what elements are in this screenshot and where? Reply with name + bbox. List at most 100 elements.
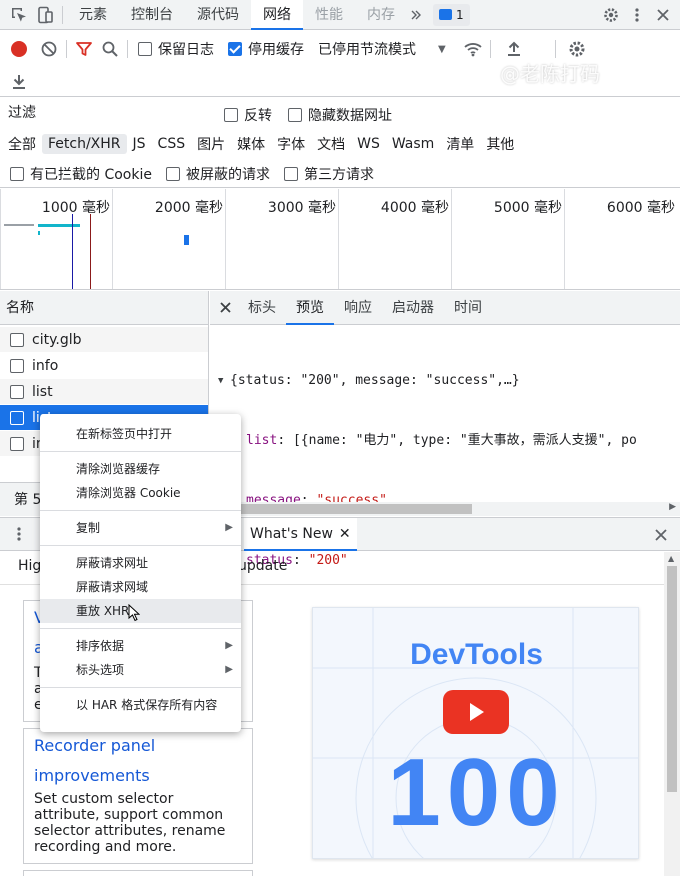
menu-header-options-label: 标头选项 bbox=[76, 663, 125, 677]
tab-memory[interactable]: 内存 bbox=[355, 0, 407, 30]
chevron-down-icon[interactable]: ▼ bbox=[438, 44, 446, 55]
throttling-select[interactable]: 已停用节流模式 bbox=[318, 39, 416, 59]
load-event-line bbox=[90, 214, 91, 289]
scrollbar-thumb[interactable] bbox=[667, 566, 677, 792]
record-icon[interactable] bbox=[6, 36, 32, 62]
feature-card[interactable] bbox=[23, 870, 253, 876]
blocked-filter-row: 有已拦截的 Cookie 被屏蔽的请求 第三方请求 bbox=[0, 160, 680, 188]
disable-cache-checkbox[interactable] bbox=[228, 42, 242, 56]
tab-elements[interactable]: 元素 bbox=[67, 0, 119, 30]
card-body-line: attribute, support common bbox=[34, 807, 224, 823]
divider bbox=[62, 5, 63, 24]
tab-preview[interactable]: 预览 bbox=[286, 291, 334, 325]
file-icon bbox=[10, 358, 24, 373]
request-row-info[interactable]: info bbox=[0, 353, 208, 379]
type-filter-css[interactable]: CSS bbox=[152, 134, 192, 154]
tab-performance[interactable]: 性能 bbox=[303, 0, 355, 30]
blocked-requests-checkbox[interactable] bbox=[165, 166, 180, 181]
json-list-line[interactable]: ▶list: [{name: "电力", type: "重大事故，需派人支援",… bbox=[218, 431, 680, 451]
scroll-up-icon[interactable]: ▲ bbox=[668, 554, 674, 563]
close-devtools-icon[interactable] bbox=[650, 2, 676, 28]
type-filter-img[interactable]: 图片 bbox=[191, 132, 231, 156]
tab-console[interactable]: 控制台 bbox=[119, 0, 185, 30]
network-overview-timeline[interactable]: 1000 毫秒 2000 毫秒 3000 毫秒 4000 毫秒 5000 毫秒 … bbox=[0, 189, 680, 290]
type-filter-other[interactable]: 其他 bbox=[480, 132, 520, 156]
scrollbar-thumb[interactable] bbox=[222, 504, 472, 514]
file-icon bbox=[10, 436, 24, 451]
export-har-download-icon[interactable] bbox=[6, 69, 32, 95]
menu-block-request-domain[interactable]: 屏蔽请求网域 bbox=[40, 575, 241, 599]
request-row-list[interactable]: list bbox=[0, 379, 208, 405]
tab-response[interactable]: 响应 bbox=[334, 291, 382, 325]
file-icon bbox=[10, 410, 24, 425]
menu-sort-by[interactable]: 排序依据 ▶ bbox=[40, 634, 241, 658]
request-row-city-glb[interactable]: city.glb bbox=[0, 327, 208, 353]
third-party-checkbox[interactable] bbox=[283, 166, 298, 181]
promo-title: DevTools bbox=[410, 638, 543, 671]
type-filter-js[interactable]: JS bbox=[127, 134, 152, 154]
request-name: list bbox=[32, 383, 53, 400]
tab-whats-new[interactable]: What's New ✕ bbox=[244, 518, 357, 551]
blocked-cookies-label: 有已拦截的 Cookie bbox=[30, 166, 152, 183]
card-title[interactable]: Recorder panel bbox=[34, 731, 155, 761]
close-detail-icon[interactable] bbox=[212, 295, 238, 321]
menu-open-in-new-tab[interactable]: 在新标签页中打开 bbox=[40, 422, 241, 446]
network-toolbar-row2 bbox=[0, 67, 680, 97]
feature-card-recorder[interactable]: Recorder panel improvements Set custom s… bbox=[23, 728, 253, 864]
expand-triangle-icon[interactable]: ▼ bbox=[218, 371, 230, 391]
scroll-right-icon[interactable]: ▶ bbox=[669, 502, 676, 512]
name-column-header[interactable]: 名称 bbox=[0, 291, 208, 325]
menu-copy[interactable]: 复制 ▶ bbox=[40, 516, 241, 540]
type-filter-doc[interactable]: 文档 bbox=[311, 132, 351, 156]
devtools-100-promo-image[interactable]: DevTools 100 bbox=[312, 607, 639, 859]
drawer-menu-icon[interactable] bbox=[6, 521, 32, 547]
inspect-element-icon[interactable] bbox=[6, 2, 32, 28]
card-title[interactable]: improvements bbox=[34, 761, 150, 791]
blocked-cookies-checkbox[interactable] bbox=[10, 166, 24, 181]
search-icon[interactable] bbox=[97, 36, 123, 62]
clear-icon[interactable] bbox=[36, 36, 62, 62]
json-root-summary: {status: "200", message: "success",…} bbox=[230, 373, 520, 388]
type-filter-font[interactable]: 字体 bbox=[271, 132, 311, 156]
type-filter-fetch-xhr[interactable]: Fetch/XHR bbox=[42, 134, 127, 154]
menu-clear-browser-cookies[interactable]: 清除浏览器 Cookie bbox=[40, 481, 241, 505]
hide-data-urls-checkbox[interactable] bbox=[288, 108, 302, 122]
close-drawer-icon[interactable] bbox=[648, 522, 674, 548]
menu-block-request-url[interactable]: 屏蔽请求网址 bbox=[40, 551, 241, 575]
settings-gear-icon[interactable] bbox=[598, 2, 624, 28]
promo-version: 100 bbox=[387, 739, 566, 846]
menu-replay-xhr[interactable]: 重放 XHR bbox=[40, 599, 241, 623]
vertical-scrollbar[interactable]: ▲ bbox=[664, 552, 680, 876]
menu-clear-browser-cache[interactable]: 清除浏览器缓存 bbox=[40, 457, 241, 481]
type-filter-wasm[interactable]: Wasm bbox=[386, 134, 440, 154]
tab-initiator[interactable]: 启动器 bbox=[382, 291, 444, 325]
close-tab-icon[interactable]: ✕ bbox=[339, 526, 351, 542]
tab-headers[interactable]: 标头 bbox=[238, 291, 286, 325]
preserve-log-checkbox[interactable] bbox=[138, 42, 152, 56]
timeline-tick-label: 3000 毫秒 bbox=[267, 200, 336, 216]
type-filter-ws[interactable]: WS bbox=[351, 134, 386, 154]
menu-header-options[interactable]: 标头选项 ▶ bbox=[40, 658, 241, 682]
json-root-line[interactable]: ▼ {status: "200", message: "success",…} bbox=[218, 371, 680, 391]
menu-copy-label: 复制 bbox=[76, 521, 101, 535]
filter-icon[interactable] bbox=[71, 36, 97, 62]
invert-checkbox[interactable] bbox=[224, 108, 238, 122]
type-filter-manifest[interactable]: 清单 bbox=[440, 132, 480, 156]
type-filter-media[interactable]: 媒体 bbox=[231, 132, 271, 156]
menu-save-all-as-har[interactable]: 以 HAR 格式保存所有内容 bbox=[40, 693, 241, 717]
type-filter-all[interactable]: 全部 bbox=[2, 132, 42, 156]
network-conditions-wifi-icon[interactable] bbox=[460, 36, 486, 62]
issues-badge[interactable]: 1 bbox=[433, 3, 470, 26]
more-tabs-icon[interactable] bbox=[407, 2, 425, 28]
card-body-line: Set custom selector bbox=[34, 791, 174, 807]
request-detail-panel: 标头 预览 响应 启动器 时间 ▼ {status: "200", message… bbox=[210, 291, 680, 568]
more-options-icon[interactable] bbox=[624, 2, 650, 28]
youtube-play-icon bbox=[443, 690, 509, 734]
filter-input[interactable] bbox=[4, 101, 210, 125]
horizontal-scrollbar[interactable]: ▶ bbox=[210, 502, 680, 516]
device-toolbar-icon[interactable] bbox=[32, 2, 58, 28]
tab-timing[interactable]: 时间 bbox=[444, 291, 492, 325]
tab-sources[interactable]: 源代码 bbox=[185, 0, 251, 30]
resource-type-filter: 全部 Fetch/XHR JS CSS 图片 媒体 字体 文档 WS Wasm … bbox=[0, 130, 680, 158]
tab-network[interactable]: 网络 bbox=[251, 0, 303, 30]
